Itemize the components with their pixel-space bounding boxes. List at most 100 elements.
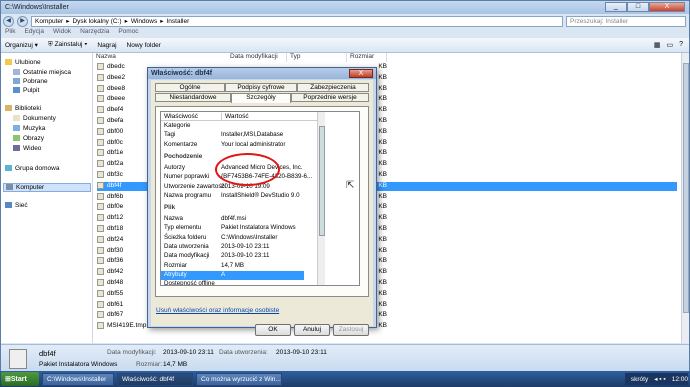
tab-digital-signatures[interactable]: Podpisy cyfrowe — [225, 83, 297, 92]
dialog-title: Właściwość: dbf4f — [151, 70, 213, 77]
dialog-title-bar[interactable]: Właściwość: dbf4f — [148, 68, 376, 79]
remove-properties-link[interactable]: Usuń właściwości oraz informacje osobist… — [156, 307, 279, 314]
tray-shortcuts-label[interactable]: skróty — [631, 376, 648, 383]
property-row[interactable]: Rozmiar 14,7 MB — [161, 262, 317, 271]
apply-button[interactable]: Zastosuj — [333, 324, 369, 336]
menu-file[interactable]: Plik — [5, 28, 15, 38]
back-arrow-icon[interactable]: ◀ — [3, 15, 14, 27]
property-row[interactable]: Dostępność offline — [161, 280, 317, 285]
preview-pane-icon[interactable]: ▭ — [666, 41, 673, 49]
msi-file-icon — [97, 203, 104, 211]
file-list-scrollbar[interactable] — [681, 53, 689, 343]
property-row[interactable]: Nazwa dbf4f.msi — [161, 215, 317, 224]
msi-file-icon — [97, 84, 104, 92]
tab-security[interactable]: Zabezpieczenia — [297, 83, 369, 92]
organize-button[interactable]: Organizuj ▾ — [5, 41, 38, 49]
ok-button[interactable]: OK — [255, 324, 291, 336]
property-row[interactable]: Data modyfikacji 2013-09-10 23:11 — [161, 252, 317, 261]
details-pane: dbf4f Pakiet Instalatora Windows Data mo… — [1, 344, 689, 372]
menu-edit[interactable]: Edycja — [24, 28, 44, 38]
tab-general[interactable]: Ogólne — [155, 83, 225, 92]
property-row[interactable]: Tagi Installer,MSI,Database — [161, 131, 317, 140]
maximize-button[interactable]: □ — [627, 2, 649, 12]
nav-documents[interactable]: Dokumenty — [13, 115, 56, 122]
nav-recent[interactable]: Ostatnie miejsca — [13, 69, 71, 76]
property-section[interactable]: Plik — [161, 204, 317, 213]
property-row[interactable]: Typ elementu Pakiet Instalatora Windows — [161, 224, 317, 233]
property-row[interactable]: Atrybuty A — [161, 270, 304, 280]
msi-file-icon — [97, 235, 104, 243]
pictures-icon — [13, 135, 20, 142]
dialog-close-button[interactable]: X — [349, 69, 373, 78]
msi-file-icon — [97, 279, 104, 286]
address-bar[interactable]: Komputer ▸ Dysk lokalny (C:) ▸ Windows ▸ In… — [31, 15, 563, 27]
msi-file-icon — [97, 149, 104, 157]
new-folder-button[interactable]: Nowy folder — [127, 42, 161, 49]
tab-details[interactable]: Szczegóły — [231, 93, 291, 103]
nav-network[interactable]: Sieć — [5, 202, 28, 209]
taskbar-item-properties[interactable]: Właściwość: dbf4f — [117, 372, 193, 386]
view-options-icon[interactable]: ▦ — [654, 41, 661, 49]
msi-file-icon — [97, 289, 104, 297]
breadcrumb-windows[interactable]: Windows — [131, 18, 157, 25]
breadcrumb-installer[interactable]: Installer — [166, 18, 189, 25]
help-icon[interactable]: ? — [679, 41, 683, 49]
nav-libraries[interactable]: Biblioteki — [5, 105, 41, 112]
msi-file-icon — [97, 138, 104, 146]
column-type[interactable]: Typ — [287, 53, 347, 62]
property-column-header[interactable]: Właściwość — [164, 113, 198, 120]
star-icon — [5, 59, 12, 66]
menu-help[interactable]: Pomoc — [118, 28, 138, 38]
column-name[interactable]: Nazwa — [93, 53, 241, 62]
taskbar-item-explorer[interactable]: C:\Windows\Installer — [42, 372, 114, 386]
properties-list-header: Właściwość Wartość — [161, 112, 317, 121]
details-modified-label: Data modyfikacji: — [107, 349, 157, 356]
nav-downloads[interactable]: Pobrane — [13, 78, 48, 85]
details-size-label: Rozmiar: — [136, 361, 163, 368]
mouse-cursor-icon: ⇱ — [346, 180, 355, 191]
install-button[interactable]: ⛨ Zainstaluj ▾ — [48, 41, 87, 49]
value-column-header[interactable]: Wartość — [221, 113, 249, 120]
msi-file-icon — [97, 311, 104, 319]
close-button[interactable]: X — [649, 2, 685, 12]
msi-file-icon — [97, 160, 104, 168]
tab-previous-versions[interactable]: Poprzednie wersje — [291, 93, 369, 102]
nav-pictures[interactable]: Obrazy — [13, 135, 44, 142]
clock[interactable]: 12:00 — [672, 376, 688, 383]
property-row[interactable]: Komentarze Your local administrator — [161, 141, 317, 150]
documents-icon — [13, 115, 20, 122]
property-row[interactable]: Kategorie — [161, 122, 317, 131]
forward-arrow-icon[interactable]: ▶ — [17, 15, 28, 27]
minimize-button[interactable]: _ — [605, 2, 627, 12]
nav-videos[interactable]: Wideo — [13, 145, 41, 152]
search-input[interactable]: Przeszukaj: Installer — [566, 15, 686, 27]
tray-icons[interactable]: ◂ ▪ ▪ — [654, 375, 665, 383]
network-icon — [5, 202, 12, 209]
property-row[interactable]: Data utworzenia 2013-09-10 23:11 — [161, 243, 317, 252]
column-size[interactable]: Rozmiar — [347, 53, 387, 62]
details-created-label: Data utworzenia: — [219, 349, 268, 356]
property-row[interactable]: Nazwa programu InstallShield® DevStudio 9… — [161, 192, 317, 201]
tab-custom[interactable]: Niestandardowe — [155, 93, 231, 102]
nav-computer[interactable]: Komputer — [3, 183, 91, 192]
property-row[interactable]: Ścieżka folderu C:\Windows\Installer — [161, 234, 317, 243]
nav-homegroup[interactable]: Grupa domowa — [5, 165, 59, 172]
properties-scrollbar[interactable] — [317, 112, 325, 285]
msi-file-icon — [97, 171, 104, 178]
cancel-button[interactable]: Anuluj — [294, 324, 330, 336]
breadcrumb-drive[interactable]: Dysk lokalny (C:) — [72, 18, 121, 25]
nav-music[interactable]: Muzyka — [13, 125, 45, 132]
menu-view[interactable]: Widok — [53, 28, 71, 38]
window-title: C:\Windows\Installer — [5, 4, 69, 11]
nav-favorites[interactable]: Ulubione — [5, 59, 41, 66]
properties-dialog: Właściwość: dbf4f X Ogólne Podpisy cyfro… — [147, 67, 377, 336]
nav-desktop[interactable]: Pulpit — [13, 87, 39, 94]
menu-tools[interactable]: Narzędzia — [80, 28, 109, 38]
column-modified[interactable]: Data modyfikacji — [227, 53, 287, 62]
taskbar-item-browser[interactable]: Co można wyrzucić z Win... — [196, 372, 282, 386]
msi-file-icon — [97, 106, 104, 114]
breadcrumb-computer[interactable]: Komputer — [35, 18, 63, 25]
start-button[interactable]: ⊞ Start — [1, 372, 39, 386]
burn-button[interactable]: Nagraj — [97, 42, 116, 49]
title-bar[interactable]: C:\Windows\Installer _ □ X — [1, 1, 689, 14]
